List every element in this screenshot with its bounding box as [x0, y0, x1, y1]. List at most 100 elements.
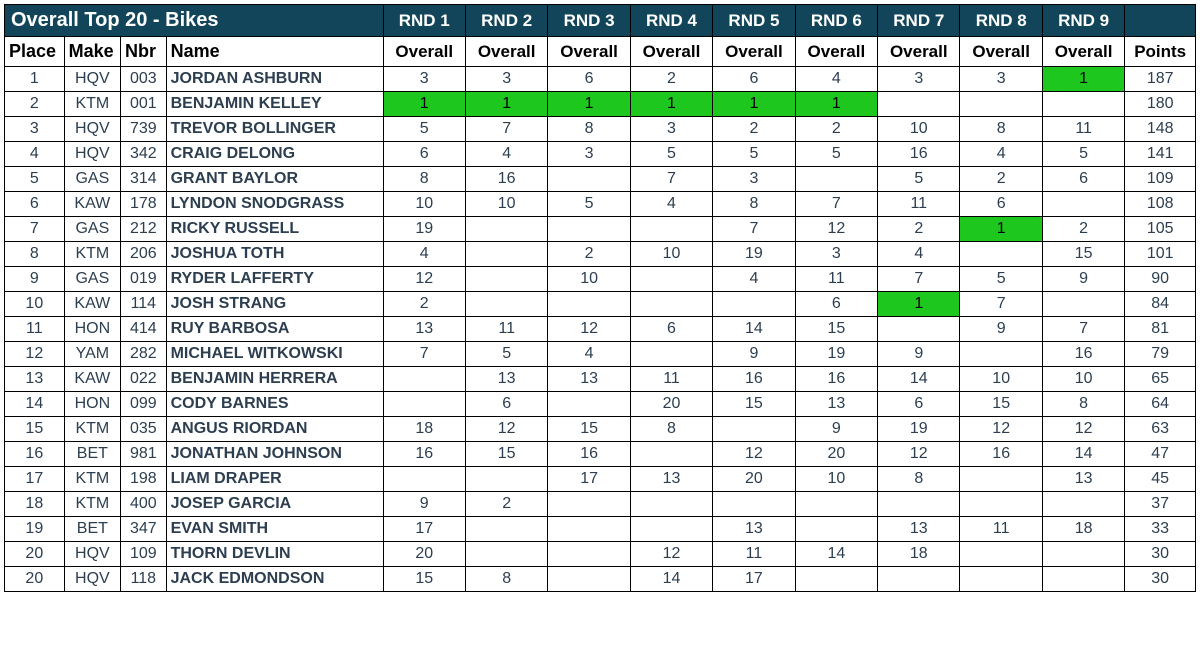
cell-rnd5: 9: [713, 342, 795, 367]
cell-rnd8: [960, 567, 1042, 592]
cell-place: 17: [5, 467, 65, 492]
cell-rnd5: 4: [713, 267, 795, 292]
cell-rnd5: 7: [713, 217, 795, 242]
cell-rnd3: [548, 567, 630, 592]
cell-nbr: 347: [121, 517, 167, 542]
cell-rnd8: [960, 492, 1042, 517]
cell-rnd3: 4: [548, 342, 630, 367]
cell-rnd1: 16: [383, 442, 465, 467]
cell-make: KTM: [64, 467, 120, 492]
table-row: 15KTM035ANGUS RIORDAN1812158919121263: [5, 417, 1196, 442]
table-title: Overall Top 20 - Bikes: [5, 5, 384, 37]
cell-rnd6: 5: [795, 142, 877, 167]
table-row: 6KAW178LYNDON SNODGRASS10105487116108: [5, 192, 1196, 217]
cell-rnd1: 2: [383, 292, 465, 317]
cell-rnd8: [960, 542, 1042, 567]
cell-rnd2: 16: [465, 167, 547, 192]
cell-rnd4: [630, 492, 712, 517]
cell-make: HQV: [64, 542, 120, 567]
table-row: 20HQV109THORN DEVLIN201211141830: [5, 542, 1196, 567]
cell-rnd5: 12: [713, 442, 795, 467]
cell-rnd5: 1: [713, 92, 795, 117]
cell-rnd2: 12: [465, 417, 547, 442]
cell-place: 15: [5, 417, 65, 442]
cell-rnd2: [465, 292, 547, 317]
cell-rnd6: 13: [795, 392, 877, 417]
cell-rnd7: [878, 92, 960, 117]
cell-nbr: 400: [121, 492, 167, 517]
cell-rnd7: 19: [878, 417, 960, 442]
cell-rnd6: 7: [795, 192, 877, 217]
cell-place: 1: [5, 67, 65, 92]
table-row: 1HQV003JORDAN ASHBURN336264331187: [5, 67, 1196, 92]
cell-rnd5: 17: [713, 567, 795, 592]
cell-rnd8: 11: [960, 517, 1042, 542]
cell-nbr: 178: [121, 192, 167, 217]
col-make: Make: [64, 37, 120, 67]
cell-rnd2: 7: [465, 117, 547, 142]
cell-place: 8: [5, 242, 65, 267]
table-row: 17KTM198LIAM DRAPER1713201081345: [5, 467, 1196, 492]
cell-rnd5: 13: [713, 517, 795, 542]
cell-rnd6: 15: [795, 317, 877, 342]
cell-rnd8: 15: [960, 392, 1042, 417]
cell-rnd7: 7: [878, 267, 960, 292]
cell-rnd2: 15: [465, 442, 547, 467]
cell-make: HQV: [64, 117, 120, 142]
cell-rnd3: [548, 392, 630, 417]
cell-points: 180: [1125, 92, 1196, 117]
col-rnd2: RND 2: [465, 5, 547, 37]
cell-rnd2: [465, 242, 547, 267]
table-row: 16BET981JONATHAN JOHNSON1615161220121614…: [5, 442, 1196, 467]
cell-make: KTM: [64, 417, 120, 442]
cell-rnd3: [548, 217, 630, 242]
cell-points: 33: [1125, 517, 1196, 542]
cell-name: LIAM DRAPER: [166, 467, 383, 492]
cell-name: RUY BARBOSA: [166, 317, 383, 342]
cell-rnd5: 11: [713, 542, 795, 567]
cell-points: 141: [1125, 142, 1196, 167]
cell-rnd9: 15: [1042, 242, 1124, 267]
cell-rnd2: [465, 217, 547, 242]
cell-place: 2: [5, 92, 65, 117]
cell-rnd9: 7: [1042, 317, 1124, 342]
cell-rnd6: 4: [795, 67, 877, 92]
sub-ov4: Overall: [630, 37, 712, 67]
cell-place: 14: [5, 392, 65, 417]
cell-rnd3: [548, 167, 630, 192]
cell-rnd1: 6: [383, 142, 465, 167]
cell-rnd1: 12: [383, 267, 465, 292]
cell-rnd3: 15: [548, 417, 630, 442]
cell-rnd9: [1042, 492, 1124, 517]
cell-rnd4: 11: [630, 367, 712, 392]
table-row: 4HQV342CRAIG DELONG6435551645141: [5, 142, 1196, 167]
table-row: 12YAM282MICHAEL WITKOWSKI75491991679: [5, 342, 1196, 367]
cell-rnd6: [795, 167, 877, 192]
cell-place: 20: [5, 567, 65, 592]
cell-name: THORN DEVLIN: [166, 542, 383, 567]
cell-rnd9: 5: [1042, 142, 1124, 167]
cell-place: 16: [5, 442, 65, 467]
cell-rnd4: 3: [630, 117, 712, 142]
sub-ov8: Overall: [960, 37, 1042, 67]
cell-rnd1: 4: [383, 242, 465, 267]
cell-rnd5: 15: [713, 392, 795, 417]
cell-rnd4: 12: [630, 542, 712, 567]
cell-nbr: 414: [121, 317, 167, 342]
cell-rnd1: 3: [383, 67, 465, 92]
cell-rnd4: 5: [630, 142, 712, 167]
cell-rnd3: 10: [548, 267, 630, 292]
cell-name: JOSHUA TOTH: [166, 242, 383, 267]
cell-rnd3: 17: [548, 467, 630, 492]
cell-rnd6: 10: [795, 467, 877, 492]
sub-ov3: Overall: [548, 37, 630, 67]
cell-rnd7: 10: [878, 117, 960, 142]
cell-rnd5: 6: [713, 67, 795, 92]
cell-rnd4: [630, 442, 712, 467]
cell-rnd4: [630, 517, 712, 542]
cell-rnd8: 5: [960, 267, 1042, 292]
cell-name: BENJAMIN HERRERA: [166, 367, 383, 392]
cell-rnd9: 6: [1042, 167, 1124, 192]
cell-rnd2: 1: [465, 92, 547, 117]
cell-rnd7: 16: [878, 142, 960, 167]
